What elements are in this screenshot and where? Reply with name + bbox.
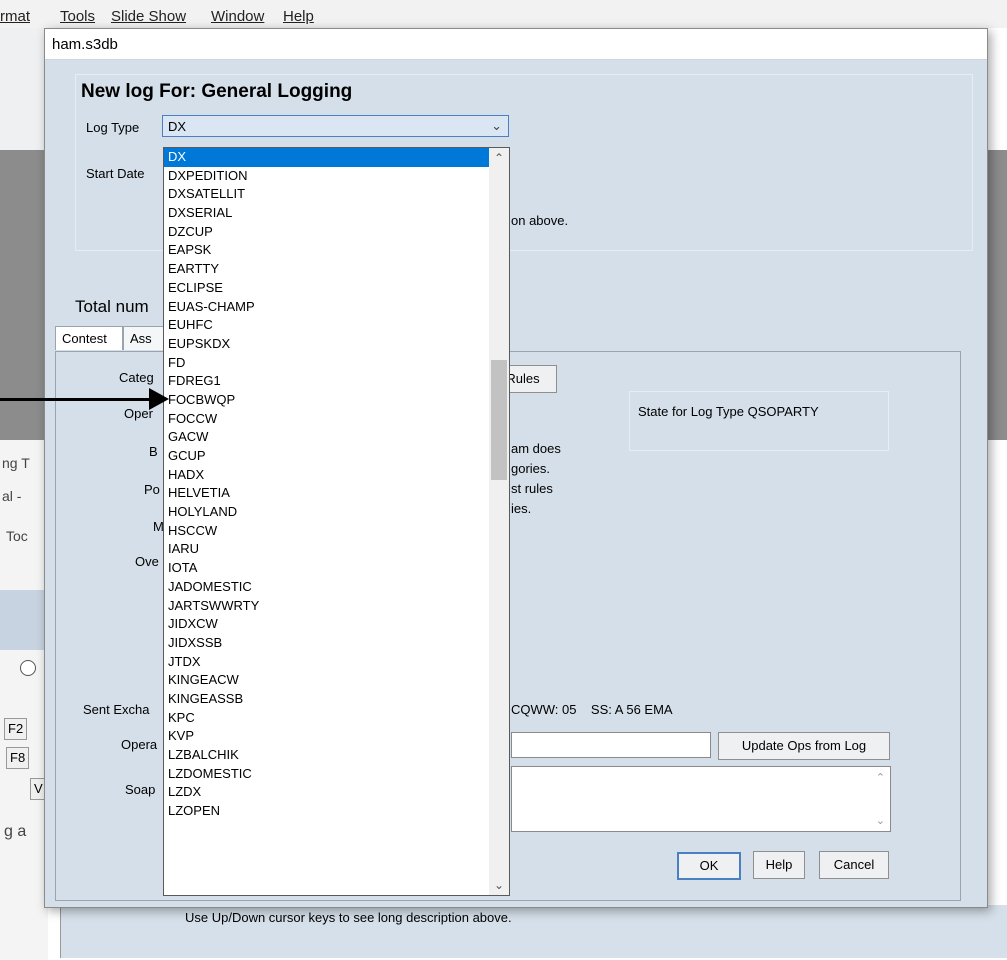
scroll-down-icon[interactable]: ⌄ bbox=[876, 814, 885, 827]
background-text: Toc bbox=[6, 528, 28, 544]
exchange-examples: CQWW: 05 SS: A 56 EMA bbox=[511, 702, 673, 717]
dropdown-option[interactable]: ECLIPSE bbox=[164, 279, 489, 298]
sent-exchange-label: Sent Excha bbox=[83, 702, 150, 717]
background-text: ng T bbox=[2, 455, 30, 471]
soapbox-label: Soap bbox=[125, 782, 156, 797]
page-title: New log For: General Logging bbox=[81, 81, 353, 102]
dropdown-option[interactable]: KINGEASSB bbox=[164, 690, 489, 709]
state-label: State for Log Type QSOPARTY bbox=[638, 404, 819, 419]
description-text: on above. bbox=[511, 213, 569, 228]
band-label: B bbox=[149, 444, 158, 459]
dropdown-option[interactable]: FOCBWQP bbox=[164, 391, 489, 410]
background-text: g a bbox=[4, 823, 27, 840]
dropdown-option[interactable]: IARU bbox=[164, 540, 489, 559]
update-ops-button[interactable]: Update Ops from Log bbox=[718, 732, 890, 760]
menu-help[interactable]: Help bbox=[283, 8, 314, 25]
info-text: am does bbox=[511, 441, 561, 456]
dropdown-option[interactable]: EARTTY bbox=[164, 260, 489, 279]
dropdown-option[interactable]: DXSERIAL bbox=[164, 204, 489, 223]
dropdown-option[interactable]: DXSATELLIT bbox=[164, 185, 489, 204]
dropdown-option[interactable]: JIDXCW bbox=[164, 615, 489, 634]
menu-format[interactable]: rmat bbox=[0, 8, 30, 25]
menu-window[interactable]: Window bbox=[211, 8, 264, 25]
dropdown-option[interactable]: KINGEACW bbox=[164, 671, 489, 690]
state-group: State for Log Type QSOPARTY bbox=[629, 391, 889, 451]
scroll-up-icon[interactable]: ⌃ bbox=[876, 771, 885, 784]
dropdown-option[interactable]: JTDX bbox=[164, 653, 489, 672]
window-title: ham.s3db bbox=[52, 36, 118, 53]
dropdown-option[interactable]: DZCUP bbox=[164, 223, 489, 242]
dropdown-option[interactable]: LZDX bbox=[164, 783, 489, 802]
dropdown-option[interactable]: EAPSK bbox=[164, 241, 489, 260]
dropdown-option[interactable]: FOCCW bbox=[164, 410, 489, 429]
start-date-label: Start Date bbox=[86, 166, 145, 181]
background-gray-area bbox=[0, 150, 48, 440]
ok-button[interactable]: OK bbox=[677, 852, 741, 880]
info-text: st rules bbox=[511, 481, 553, 496]
soapbox-field[interactable]: ⌃ ⌄ bbox=[511, 766, 891, 832]
background-gray-area-right bbox=[985, 150, 1007, 440]
dropdown-option[interactable]: HSCCW bbox=[164, 522, 489, 541]
dropdown-option[interactable]: EUPSKDX bbox=[164, 335, 489, 354]
background-key-button[interactable]: F8 bbox=[6, 747, 30, 769]
dropdown-option[interactable]: LZDOMESTIC bbox=[164, 765, 489, 784]
background-left-panel bbox=[0, 440, 48, 960]
dropdown-option[interactable]: HADX bbox=[164, 466, 489, 485]
power-label: Po bbox=[144, 482, 160, 497]
background-toolbar bbox=[0, 28, 50, 168]
info-text: ies. bbox=[511, 501, 532, 516]
scrollbar-thumb[interactable] bbox=[491, 360, 507, 480]
background-menubar: rmat Tools Slide Show Window Help bbox=[0, 0, 1007, 28]
chevron-down-icon[interactable]: ⌄ bbox=[489, 875, 509, 895]
background-radio[interactable] bbox=[20, 660, 36, 676]
dropdown-option[interactable]: FDREG1 bbox=[164, 372, 489, 391]
total-label: Total num bbox=[75, 297, 149, 316]
dropdown-scrollbar[interactable]: ⌃ ⌄ bbox=[489, 148, 509, 895]
cursor-keys-hint: Use Up/Down cursor keys to see long desc… bbox=[185, 910, 512, 925]
dropdown-option[interactable]: GCUP bbox=[164, 447, 489, 466]
cancel-button[interactable]: Cancel bbox=[819, 851, 889, 879]
dropdown-items: DX DXPEDITION DXSATELLIT DXSERIAL DZCUP EAPSK… bbox=[164, 148, 489, 821]
dropdown-option[interactable]: JIDXSSB bbox=[164, 634, 489, 653]
background-text: al - bbox=[2, 488, 22, 504]
dropdown-option[interactable]: LZOPEN bbox=[164, 802, 489, 821]
background-key-button[interactable]: F2 bbox=[4, 718, 28, 740]
overlay-label: Ove bbox=[135, 554, 159, 569]
menu-slide-show[interactable]: Slide Show bbox=[111, 8, 186, 25]
dropdown-option[interactable]: KVP bbox=[164, 727, 489, 746]
dropdown-option[interactable]: JADOMESTIC bbox=[164, 578, 489, 597]
log-type-value: DX bbox=[168, 119, 187, 134]
menu-tools[interactable]: Tools bbox=[60, 8, 95, 25]
annotation-arrow-line bbox=[0, 398, 155, 401]
dropdown-option[interactable]: LZBALCHIK bbox=[164, 746, 489, 765]
dropdown-option[interactable]: HELVETIA bbox=[164, 484, 489, 503]
log-type-dropdown-list[interactable]: DX DXPEDITION DXSATELLIT DXSERIAL DZCUP EAPSK… bbox=[163, 147, 510, 896]
tab-contest[interactable]: Contest bbox=[55, 326, 123, 350]
dropdown-option[interactable]: EUHFC bbox=[164, 316, 489, 335]
dropdown-option[interactable]: JARTSWWRTY bbox=[164, 597, 489, 616]
dropdown-option[interactable]: GACW bbox=[164, 428, 489, 447]
arrow-right-icon bbox=[149, 388, 169, 410]
chevron-down-icon[interactable]: ⌄ bbox=[491, 118, 502, 134]
dropdown-option[interactable]: IOTA bbox=[164, 559, 489, 578]
operators-label: Opera bbox=[121, 737, 158, 752]
log-type-label: Log Type bbox=[86, 120, 140, 135]
log-type-select[interactable]: DX ⌄ bbox=[162, 115, 509, 137]
category-label: Categ bbox=[119, 370, 154, 385]
dropdown-option[interactable]: DXPEDITION bbox=[164, 167, 489, 186]
dialog-titlebar: ham.s3db bbox=[45, 29, 987, 60]
dropdown-option[interactable]: EUAS-CHAMP bbox=[164, 298, 489, 317]
dropdown-option[interactable]: HOLYLAND bbox=[164, 503, 489, 522]
dropdown-option[interactable]: KPC bbox=[164, 709, 489, 728]
help-button[interactable]: Help bbox=[753, 851, 805, 879]
dropdown-option[interactable]: FD bbox=[164, 354, 489, 373]
info-text: gories. bbox=[511, 461, 551, 476]
background-bottom-panel: Use Up/Down cursor keys to see long desc… bbox=[60, 905, 1007, 958]
operators-field[interactable] bbox=[511, 732, 711, 758]
background-blue-band bbox=[0, 590, 48, 650]
dropdown-option[interactable]: DX bbox=[164, 148, 489, 167]
chevron-up-icon[interactable]: ⌃ bbox=[489, 148, 509, 168]
